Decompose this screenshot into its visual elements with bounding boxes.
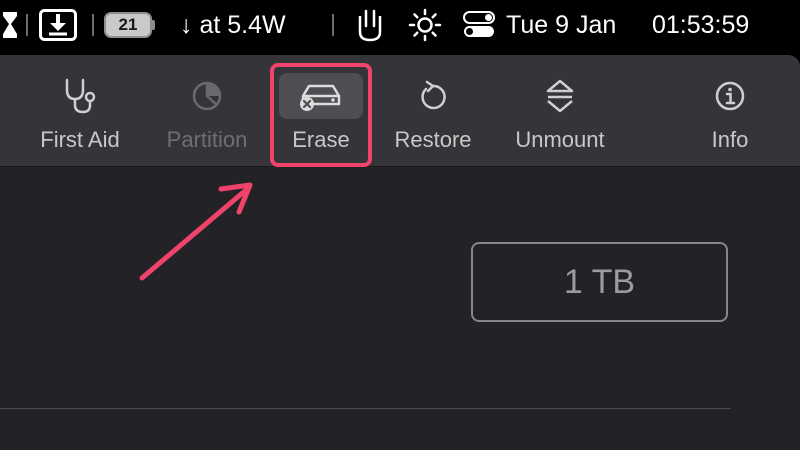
menu-bar: 21 ↓ at 5.4W Tue 9 Jan 01:53:59 xyxy=(0,0,800,50)
pie-chart-icon xyxy=(177,73,237,119)
restore-label: Restore xyxy=(394,127,472,152)
time-text: 01:53:59 xyxy=(652,10,750,39)
content-divider xyxy=(0,408,731,409)
menubar-divider xyxy=(332,14,334,36)
hand-icon[interactable] xyxy=(350,0,390,50)
control-center-icon[interactable] xyxy=(460,0,498,50)
menubar-clock[interactable]: 01:53:59 xyxy=(652,0,777,50)
disk-utility-window: First Aid Partition Erase Restore Unmoun… xyxy=(0,55,800,450)
first-aid-label: First Aid xyxy=(40,127,120,152)
stethoscope-icon xyxy=(50,73,110,119)
erase-label: Erase xyxy=(292,127,350,152)
erase-disk-icon xyxy=(279,73,363,119)
restore-icon xyxy=(403,73,463,119)
toolbar: First Aid Partition Erase Restore Unmoun… xyxy=(0,55,800,167)
brightness-icon[interactable] xyxy=(404,0,446,50)
battery-tip xyxy=(151,20,155,30)
partition-button[interactable]: Partition xyxy=(155,73,259,165)
hourglass-icon[interactable] xyxy=(0,0,20,50)
menubar-divider xyxy=(26,14,28,36)
date-text: Tue 9 Jan xyxy=(506,10,617,39)
battery-icon[interactable]: 21 xyxy=(103,0,153,50)
info-button[interactable]: Info xyxy=(690,73,770,165)
battery-percent: 21 xyxy=(118,15,138,34)
first-aid-button[interactable]: First Aid xyxy=(30,73,130,165)
capacity-text: 1 TB xyxy=(563,262,636,301)
capacity-badge: 1 TB xyxy=(471,242,728,322)
info-label: Info xyxy=(711,127,749,152)
power-status[interactable]: ↓ at 5.4W xyxy=(180,0,310,50)
unmount-button[interactable]: Unmount xyxy=(506,73,614,165)
restore-button[interactable]: Restore xyxy=(386,73,480,165)
unmount-label: Unmount xyxy=(515,127,605,152)
partition-label: Partition xyxy=(166,127,248,152)
menubar-divider xyxy=(92,14,94,36)
power-status-text: ↓ at 5.4W xyxy=(180,10,286,39)
erase-button[interactable]: Erase xyxy=(279,73,363,165)
info-icon xyxy=(700,73,760,119)
download-icon[interactable] xyxy=(36,0,80,50)
menubar-date[interactable]: Tue 9 Jan xyxy=(506,0,636,50)
unmount-icon xyxy=(530,73,590,119)
